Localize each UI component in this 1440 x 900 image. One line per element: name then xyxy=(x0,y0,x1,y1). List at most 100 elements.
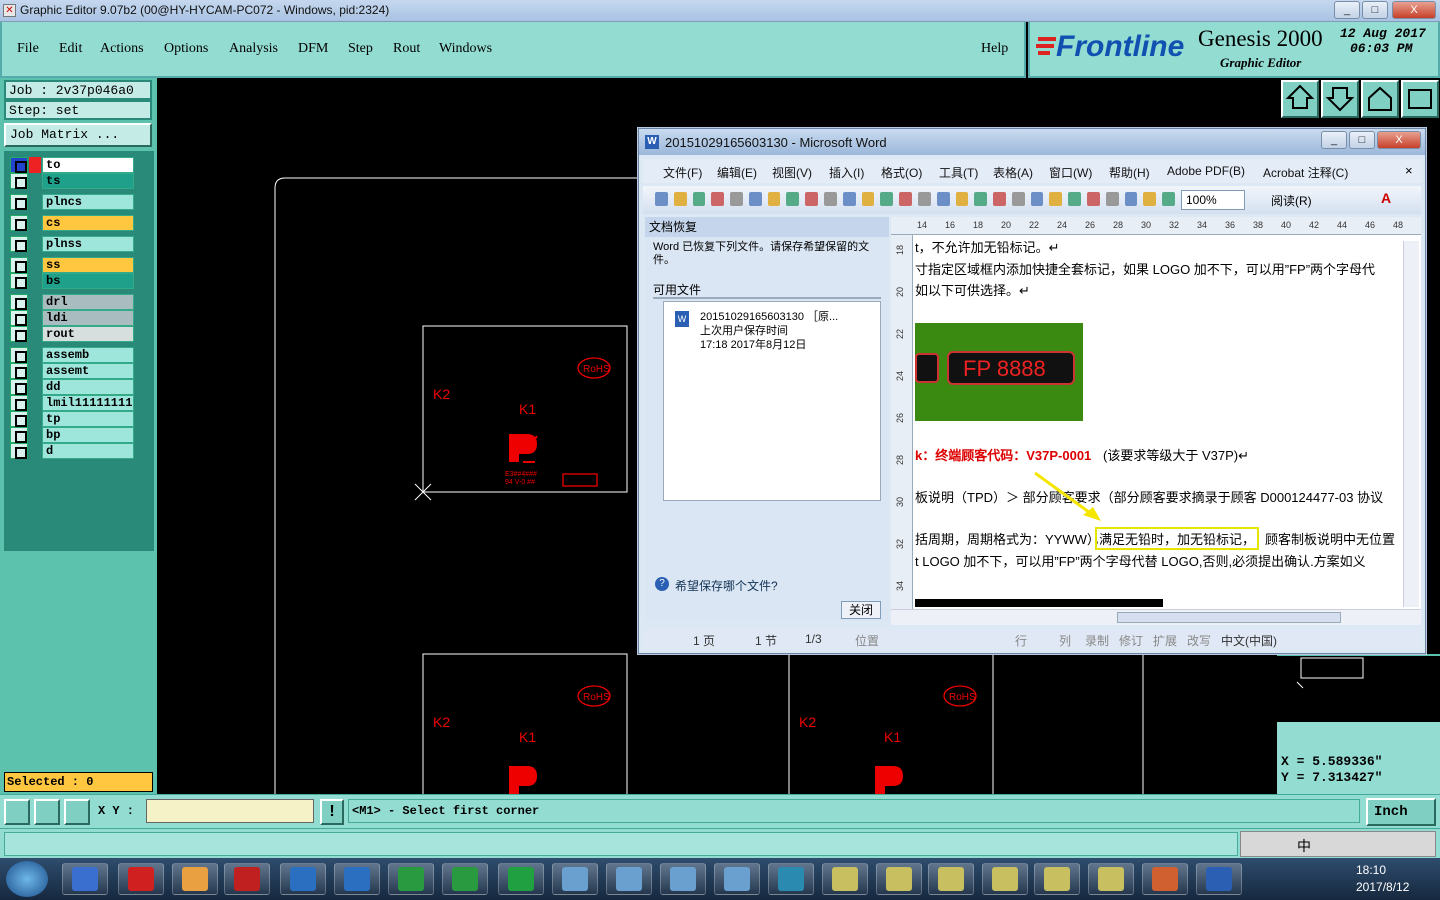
layer-checkbox[interactable] xyxy=(10,443,28,459)
vertical-scrollbar[interactable] xyxy=(1403,241,1419,607)
word-menu-close-icon[interactable]: × xyxy=(1405,163,1413,178)
layer-row-ts[interactable]: ts xyxy=(10,173,134,189)
zoom-select[interactable]: 100% xyxy=(1181,190,1245,210)
start-button[interactable] xyxy=(6,861,48,897)
toolbar-icon[interactable] xyxy=(993,192,1006,206)
layer-name[interactable]: bp xyxy=(42,427,134,443)
toolbar-icon[interactable] xyxy=(1105,192,1119,206)
layer-checkbox[interactable] xyxy=(10,326,28,342)
taskbar-app-icon[interactable] xyxy=(334,863,380,895)
layer-checkbox[interactable] xyxy=(10,173,28,189)
read-mode-button[interactable]: 阅读(R) xyxy=(1271,192,1312,209)
layer-name[interactable]: cs xyxy=(42,215,134,231)
toolbar-icon[interactable] xyxy=(974,192,988,206)
word-menu-format[interactable]: 格式(O) xyxy=(881,164,922,181)
layer-name[interactable]: assemt xyxy=(42,363,134,379)
menu-dfm[interactable]: DFM xyxy=(298,41,328,57)
layer-row-plnss[interactable]: plnss xyxy=(10,236,134,252)
layer-checkbox[interactable] xyxy=(10,347,28,363)
word-menu-help[interactable]: 帮助(H) xyxy=(1109,164,1150,181)
layer-checkbox[interactable] xyxy=(10,236,28,252)
layer-row-dd[interactable]: dd xyxy=(10,379,134,395)
layer-name[interactable]: to xyxy=(42,157,134,173)
layer-checkbox[interactable] xyxy=(10,411,28,427)
layer-checkbox[interactable] xyxy=(10,157,28,173)
maximize-button[interactable]: □ xyxy=(1362,1,1388,19)
layer-checkbox[interactable] xyxy=(10,310,28,326)
taskbar-app-icon[interactable] xyxy=(172,863,218,895)
word-menu-insert[interactable]: 插入(I) xyxy=(829,164,864,181)
layer-row-assemb[interactable]: assemb xyxy=(10,347,134,363)
toolbar-icon[interactable] xyxy=(1162,192,1175,206)
toolbar-icon[interactable] xyxy=(786,192,800,206)
word-toolbar-icons[interactable] xyxy=(655,192,1175,208)
layer-row-bp[interactable]: bp xyxy=(10,427,134,443)
layer-checkbox[interactable] xyxy=(10,395,28,411)
taskbar-app-icon[interactable] xyxy=(1196,863,1242,895)
word-window[interactable]: W 20151029165603130 - Microsoft Word _ □… xyxy=(638,128,1426,654)
download-icon[interactable] xyxy=(1321,80,1359,118)
layer-name[interactable]: plnss xyxy=(42,236,134,252)
ime-mode[interactable]: 中 xyxy=(1297,836,1311,856)
menu-edit[interactable]: Edit xyxy=(59,41,82,57)
layer-checkbox[interactable] xyxy=(10,257,28,273)
taskbar-app-icon[interactable] xyxy=(388,863,434,895)
toolbar-icon[interactable] xyxy=(955,192,969,206)
layer-name[interactable]: d xyxy=(42,443,134,459)
taskbar-app-icon[interactable] xyxy=(118,863,164,895)
word-menu-acrobat[interactable]: Acrobat 注释(C) xyxy=(1263,164,1348,181)
taskbar-app-icon[interactable] xyxy=(498,863,544,895)
layer-row-cs[interactable]: cs xyxy=(10,215,134,231)
toolbar-icon[interactable] xyxy=(824,192,837,206)
taskbar-app-icon[interactable] xyxy=(224,863,270,895)
layer-row-assemt[interactable]: assemt xyxy=(10,363,134,379)
menu-options[interactable]: Options xyxy=(164,41,208,57)
unit-button[interactable]: Inch xyxy=(1366,798,1436,826)
toolbar-icon[interactable] xyxy=(730,192,743,206)
layer-row-plncs[interactable]: plncs xyxy=(10,194,134,210)
toolbar-icon[interactable] xyxy=(1011,192,1025,206)
menu-windows[interactable]: Windows xyxy=(439,41,492,57)
taskbar-app-icon[interactable] xyxy=(928,863,974,895)
taskbar-app-icon[interactable] xyxy=(982,863,1028,895)
layer-row-bs[interactable]: bs xyxy=(10,273,134,289)
word-close-button[interactable]: X xyxy=(1377,131,1421,149)
menu-analysis[interactable]: Analysis xyxy=(229,41,278,57)
layer-checkbox[interactable] xyxy=(10,427,28,443)
menu-file[interactable]: File xyxy=(17,41,39,57)
taskbar-app-icon[interactable] xyxy=(660,863,706,895)
word-menu-file[interactable]: 文件(F) xyxy=(663,164,702,181)
toolbar-icon[interactable] xyxy=(1049,192,1063,206)
toolbar-icon[interactable] xyxy=(1143,192,1157,206)
toolbar-icon[interactable] xyxy=(861,192,875,206)
toolbar-icon[interactable] xyxy=(1030,192,1044,206)
menu-step[interactable]: Step xyxy=(348,41,373,57)
layer-checkbox[interactable] xyxy=(10,363,28,379)
word-maximize-button[interactable]: □ xyxy=(1349,131,1375,149)
taskbar-app-icon[interactable] xyxy=(768,863,814,895)
taskbar-app-icon[interactable] xyxy=(876,863,922,895)
taskbar-app-icon[interactable] xyxy=(822,863,868,895)
layer-checkbox[interactable] xyxy=(10,379,28,395)
toolbar-icon[interactable] xyxy=(767,192,781,206)
taskbar-app-icon[interactable] xyxy=(1142,863,1188,895)
window-icon[interactable] xyxy=(1401,80,1439,118)
toolbar-icon[interactable] xyxy=(917,192,931,206)
layer-row-ldi[interactable]: ldi xyxy=(10,310,134,326)
layer-checkbox[interactable] xyxy=(10,273,28,289)
layer-name[interactable]: ts xyxy=(42,173,134,189)
layer-row-rout[interactable]: rout xyxy=(10,326,134,342)
word-menu-window[interactable]: 窗口(W) xyxy=(1049,164,1092,181)
layer-name[interactable]: rout xyxy=(42,326,134,342)
layer-row-d[interactable]: d xyxy=(10,443,134,459)
layer-name[interactable]: assemb xyxy=(42,347,134,363)
layer-name[interactable]: dd xyxy=(42,379,134,395)
toolbar-icon[interactable] xyxy=(880,192,894,206)
toolbar-icon[interactable] xyxy=(692,192,706,206)
layer-name[interactable]: ss xyxy=(42,257,134,273)
toolbar-icon[interactable] xyxy=(805,192,819,206)
document-area[interactable]: 14 16 18 20 22 24 26 28 30 32 34 36 38 40 42 44 46 48 18 2… xyxy=(891,217,1421,625)
recovered-file-list[interactable]: W 20151029165603130 ［原... 上次用户保存时间 17:18… xyxy=(663,301,881,501)
taskbar-app-icon[interactable] xyxy=(62,863,108,895)
ime-toolbar[interactable]: 中 xyxy=(1240,831,1436,857)
